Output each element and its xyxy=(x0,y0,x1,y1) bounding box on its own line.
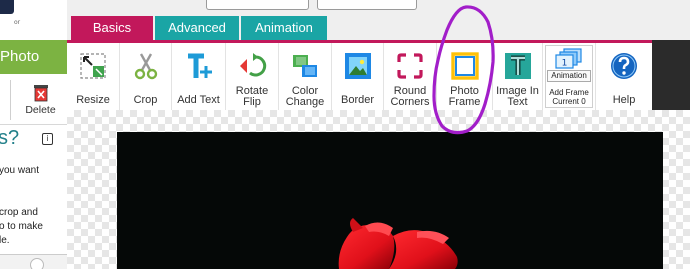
color-change-label: Color Change xyxy=(279,86,331,108)
crop-button[interactable]: Crop xyxy=(120,43,172,110)
image-in-text-label-line2: Text xyxy=(507,96,528,108)
color-change-button[interactable]: Color Change xyxy=(279,43,332,110)
circle-icon[interactable] xyxy=(30,258,44,269)
tab-bar: Basics Advanced Animation xyxy=(67,14,690,40)
top-field[interactable] xyxy=(206,0,309,10)
photo-image[interactable] xyxy=(117,132,663,269)
help-icon xyxy=(611,53,637,79)
tab-advanced[interactable]: Advanced xyxy=(155,16,239,40)
rotate-flip-icon xyxy=(240,53,267,77)
rotate-flip-label-line2: Flip xyxy=(243,96,261,108)
animation-tool: 1 Animation Add Frame Current 0 xyxy=(543,43,596,110)
logo-subtitle: or xyxy=(14,19,21,26)
sidebar-divider xyxy=(10,80,11,120)
border-icon xyxy=(344,53,371,79)
top-field[interactable] xyxy=(317,0,417,10)
round-corners-label-line2: Corners xyxy=(390,96,430,108)
help-text-line: o to make xyxy=(0,221,43,232)
photo-button[interactable]: Photo xyxy=(0,40,67,74)
resize-button[interactable]: Resize xyxy=(67,43,120,110)
photo-frame-label: Photo Frame xyxy=(437,86,492,108)
resize-label: Resize xyxy=(76,94,110,106)
left-sidebar: or Photo Delete s? i you want crop and o… xyxy=(0,0,67,269)
editing-toolbar: Resize Crop Add Text Rotate Flip Color C… xyxy=(67,43,652,110)
rotate-flip-label: Rotate Flip xyxy=(226,86,278,108)
image-in-text-button[interactable]: Image In Text xyxy=(493,43,543,110)
canvas-area xyxy=(67,110,690,269)
round-corners-icon xyxy=(397,53,423,79)
delete-label: Delete xyxy=(25,104,56,116)
scissors-icon xyxy=(134,53,157,80)
tab-animation[interactable]: Animation xyxy=(241,16,327,40)
color-change-label-line2: Change xyxy=(285,96,325,108)
animation-button[interactable]: Animation xyxy=(547,70,591,82)
color-change-icon xyxy=(293,55,317,77)
add-text-label: Add Text xyxy=(177,94,220,106)
photo-frame-icon xyxy=(450,52,479,80)
help-button[interactable]: Help xyxy=(596,43,652,110)
help-text-line: you want xyxy=(0,165,40,176)
photo-frame-button[interactable]: Photo Frame xyxy=(437,43,493,110)
border-button[interactable]: Border xyxy=(332,43,384,110)
help-label: Help xyxy=(612,94,636,106)
delete-button[interactable]: Delete xyxy=(18,84,63,124)
sidebar-bottom-bar xyxy=(0,254,67,269)
help-text-line: le. xyxy=(0,235,10,246)
delete-icon xyxy=(33,85,48,102)
sidebar-separator xyxy=(0,124,67,125)
crop-label: Crop xyxy=(133,94,158,106)
animation-frames-icon: 1 xyxy=(555,48,582,69)
round-corners-button[interactable]: Round Corners xyxy=(384,43,437,110)
round-corners-label: Round Corners xyxy=(384,86,436,108)
add-frame-button[interactable]: Add Frame xyxy=(547,88,591,97)
photo-frame-label-line2: Frame xyxy=(448,96,481,108)
top-strip xyxy=(67,0,690,14)
frame-number: 1 xyxy=(562,59,568,69)
tab-basics[interactable]: Basics xyxy=(71,16,153,40)
border-label: Border xyxy=(340,94,375,106)
image-in-text-label: Image In Text xyxy=(493,86,542,108)
rotate-flip-button[interactable]: Rotate Flip xyxy=(226,43,279,110)
image-in-text-icon xyxy=(504,53,531,79)
help-heading: s? xyxy=(0,127,20,149)
current-frame-label: Current 0 xyxy=(552,97,586,106)
add-text-icon xyxy=(187,53,212,78)
resize-icon xyxy=(80,53,106,79)
info-icon[interactable]: i xyxy=(42,133,53,145)
add-text-button[interactable]: Add Text xyxy=(172,43,226,110)
app-logo xyxy=(0,0,14,14)
red-flower-image xyxy=(338,218,458,269)
help-text-line: crop and xyxy=(0,207,38,218)
